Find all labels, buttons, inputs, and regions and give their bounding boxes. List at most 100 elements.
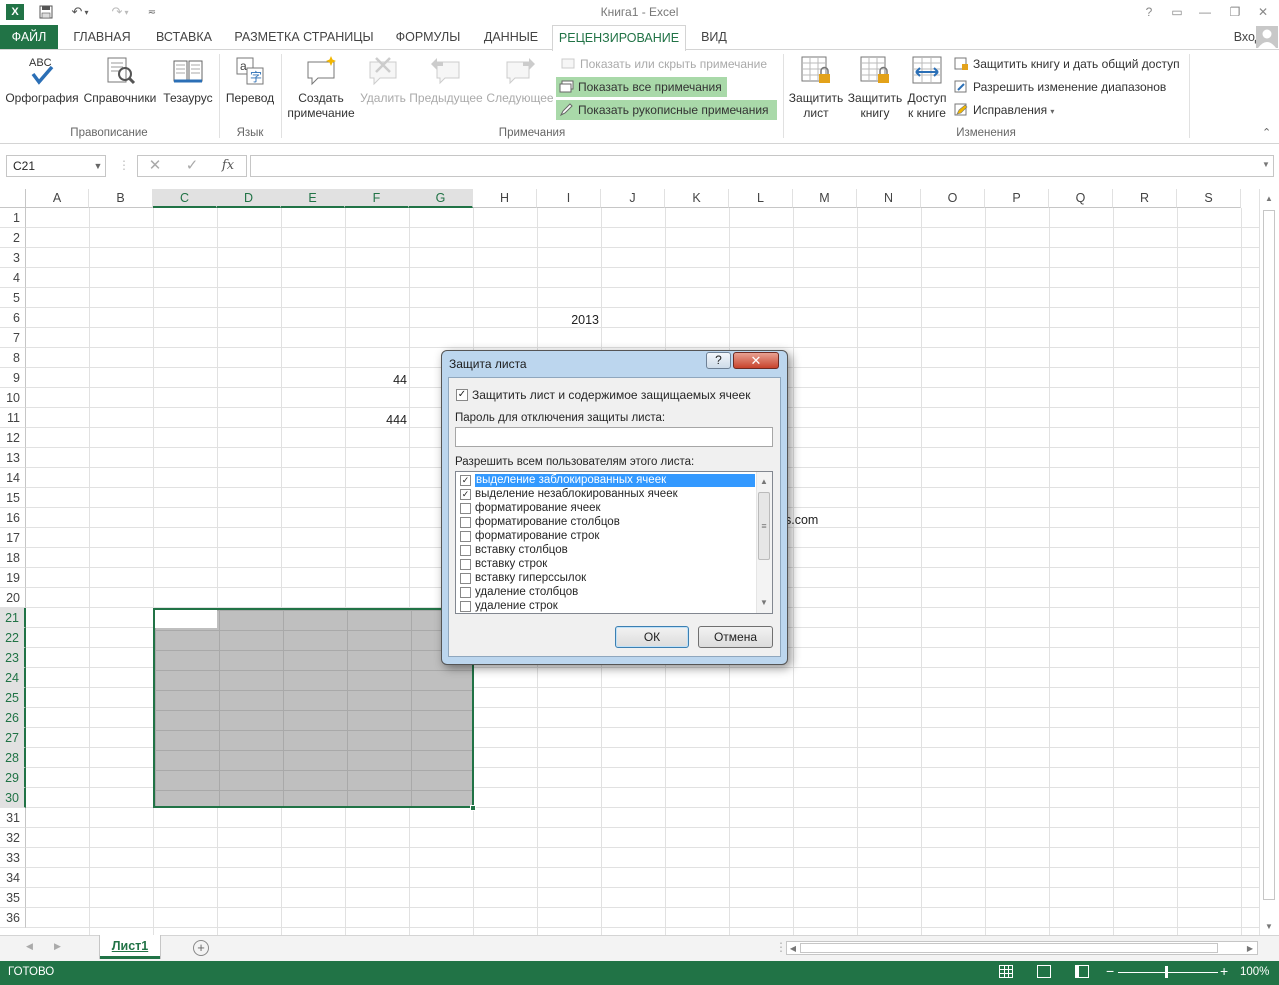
row-header-27[interactable]: 27 (0, 728, 26, 748)
formula-splitter-icon[interactable]: ⋮ (118, 158, 130, 172)
protect-and-share-button[interactable]: Защитить книгу и дать общий доступ (951, 54, 1185, 74)
column-header-j[interactable]: J (601, 189, 665, 208)
password-input[interactable] (455, 427, 773, 447)
permission-checkbox[interactable] (460, 531, 471, 542)
protect-sheet-button[interactable]: Защитить лист (786, 54, 846, 121)
ok-button[interactable]: ОК (615, 626, 689, 648)
cell-i6[interactable]: 2013 (538, 310, 599, 330)
tab-insert[interactable]: ВСТАВКА (146, 25, 222, 50)
column-header-n[interactable]: N (857, 189, 921, 208)
row-header-4[interactable]: 4 (0, 268, 26, 288)
row-header-17[interactable]: 17 (0, 528, 26, 548)
next-sheet-icon[interactable]: ▶ (54, 941, 61, 952)
row-header-8[interactable]: 8 (0, 348, 26, 368)
tab-home[interactable]: ГЛАВНАЯ (62, 25, 142, 50)
row-header-15[interactable]: 15 (0, 488, 26, 508)
row-header-2[interactable]: 2 (0, 228, 26, 248)
zoom-slider-thumb[interactable] (1165, 966, 1168, 978)
column-header-o[interactable]: O (921, 189, 985, 208)
selected-range[interactable] (153, 608, 474, 808)
permission-item[interactable]: форматирование столбцов (458, 516, 755, 530)
permission-checkbox[interactable] (460, 601, 471, 612)
dialog-close-button[interactable]: ✕ (733, 352, 779, 369)
insert-function-icon[interactable]: fx (211, 155, 245, 177)
scroll-down-icon[interactable]: ▼ (1262, 922, 1276, 931)
tab-formulas[interactable]: ФОРМУЛЫ (386, 25, 470, 50)
row-header-10[interactable]: 10 (0, 388, 26, 408)
track-changes-button[interactable]: Исправления ▾ (951, 100, 1071, 120)
share-workbook-button[interactable]: Доступ к книге (904, 54, 950, 121)
cell-l16[interactable]: s.com (785, 510, 845, 530)
normal-view-icon[interactable] (999, 965, 1013, 978)
select-all-corner[interactable] (0, 189, 26, 208)
permission-checkbox[interactable]: ✓ (460, 489, 471, 500)
thesaurus-button[interactable]: Тезаурус (160, 54, 216, 106)
name-box-dropdown-icon[interactable]: ▼ (90, 155, 106, 177)
permission-item[interactable]: вставку столбцов (458, 544, 755, 558)
allow-edit-ranges-button[interactable]: Разрешить изменение диапазонов (951, 77, 1185, 97)
close-icon[interactable]: ✕ (1251, 2, 1275, 22)
row-header-21[interactable]: 21 (0, 608, 26, 628)
show-all-comments-button[interactable]: Показать все примечания (556, 77, 727, 97)
show-hide-comment-button[interactable]: Показать или скрыть примечание (558, 54, 774, 74)
cancel-icon[interactable]: ✕ (138, 155, 172, 177)
row-header-13[interactable]: 13 (0, 448, 26, 468)
permission-item[interactable]: вставку гиперссылок (458, 572, 755, 586)
research-button[interactable]: Справочники (82, 54, 158, 106)
avatar[interactable] (1256, 26, 1278, 48)
previous-comment-button[interactable]: Предыдущее (408, 54, 484, 106)
row-header-26[interactable]: 26 (0, 708, 26, 728)
column-header-k[interactable]: K (665, 189, 729, 208)
protect-sheet-checkbox[interactable]: ✓ (456, 389, 468, 401)
row-header-31[interactable]: 31 (0, 808, 26, 828)
row-header-25[interactable]: 25 (0, 688, 26, 708)
horizontal-scroll-thumb[interactable] (800, 943, 1218, 953)
permission-item[interactable]: ✓ выделение незаблокированных ячеек (458, 488, 755, 502)
permission-checkbox[interactable] (460, 573, 471, 584)
tab-data[interactable]: ДАННЫЕ (474, 25, 548, 50)
permission-item[interactable]: удаление строк (458, 600, 755, 613)
zoom-out-icon[interactable]: − (1106, 963, 1114, 979)
row-header-6[interactable]: 6 (0, 308, 26, 328)
permission-item[interactable]: форматирование строк (458, 530, 755, 544)
column-header-g[interactable]: G (409, 189, 473, 208)
restore-icon[interactable]: ❐ (1223, 2, 1247, 22)
column-header-r[interactable]: R (1113, 189, 1177, 208)
row-header-18[interactable]: 18 (0, 548, 26, 568)
cell-f11[interactable]: 444 (346, 410, 407, 430)
row-header-33[interactable]: 33 (0, 848, 26, 868)
tab-review[interactable]: РЕЦЕНЗИРОВАНИЕ (552, 25, 686, 51)
row-header-20[interactable]: 20 (0, 588, 26, 608)
zoom-slider[interactable] (1118, 972, 1218, 973)
permission-item[interactable]: форматирование ячеек (458, 502, 755, 516)
permission-checkbox[interactable] (460, 503, 471, 514)
tab-page-layout[interactable]: РАЗМЕТКА СТРАНИЦЫ (226, 25, 382, 50)
permission-item[interactable]: ✓ выделение заблокированных ячеек (458, 474, 755, 488)
list-scroll-up-icon[interactable]: ▲ (758, 477, 770, 486)
minimize-icon[interactable]: — (1193, 2, 1217, 22)
column-header-s[interactable]: S (1177, 189, 1241, 208)
spelling-button[interactable]: ABC Орфография (4, 54, 80, 106)
row-header-19[interactable]: 19 (0, 568, 26, 588)
row-header-16[interactable]: 16 (0, 508, 26, 528)
column-header-i[interactable]: I (537, 189, 601, 208)
row-header-30[interactable]: 30 (0, 788, 26, 808)
column-header-e[interactable]: E (281, 189, 345, 208)
row-header-5[interactable]: 5 (0, 288, 26, 308)
cell-f9[interactable]: 44 (346, 370, 407, 390)
zoom-level[interactable]: 100% (1240, 966, 1269, 978)
permission-checkbox[interactable] (460, 587, 471, 598)
help-icon[interactable]: ? (1137, 2, 1161, 22)
row-header-1[interactable]: 1 (0, 208, 26, 228)
permission-checkbox[interactable]: ✓ (460, 475, 471, 486)
permission-checkbox[interactable] (460, 559, 471, 570)
row-header-22[interactable]: 22 (0, 628, 26, 648)
page-break-view-icon[interactable] (1075, 965, 1089, 978)
column-header-c[interactable]: C (153, 189, 217, 208)
vertical-scroll-thumb[interactable] (1263, 210, 1275, 900)
protect-workbook-button[interactable]: Защитить книгу (845, 54, 905, 121)
column-header-l[interactable]: L (729, 189, 793, 208)
delete-comment-button[interactable]: Удалить (358, 54, 408, 106)
row-header-23[interactable]: 23 (0, 648, 26, 668)
row-header-24[interactable]: 24 (0, 668, 26, 688)
